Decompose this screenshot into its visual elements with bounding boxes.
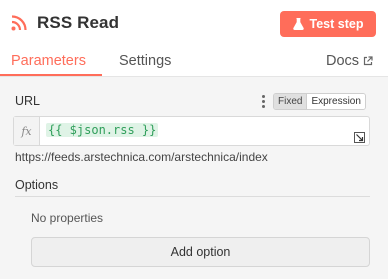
- expression-result: https://feeds.arstechnica.com/arstechnic…: [15, 150, 268, 164]
- rss-icon: [11, 15, 27, 31]
- external-link-icon: [363, 56, 373, 66]
- test-step-label: Test step: [309, 17, 364, 31]
- fx-icon: fx: [14, 117, 40, 145]
- test-step-button[interactable]: Test step: [280, 11, 376, 37]
- mode-fixed-option[interactable]: Fixed: [274, 94, 308, 109]
- add-option-button[interactable]: Add option: [31, 237, 370, 267]
- url-expression-input[interactable]: fx {{ $json.rss }}: [13, 116, 370, 146]
- tab-settings[interactable]: Settings: [119, 53, 171, 69]
- node-title: RSS Read: [37, 13, 120, 32]
- expand-icon[interactable]: [354, 132, 365, 143]
- node-header: RSS Read Test step: [0, 0, 388, 46]
- active-tab-indicator: [0, 74, 102, 76]
- url-label: URL: [15, 94, 41, 108]
- options-divider: [15, 196, 370, 197]
- tab-bar: Parameters Settings Docs: [0, 46, 388, 77]
- fixed-expression-toggle: Fixed Expression: [273, 93, 366, 110]
- expression-text[interactable]: {{ $json.rss }}: [46, 123, 159, 137]
- mode-expression-option[interactable]: Expression: [307, 94, 365, 109]
- options-label: Options: [15, 178, 59, 192]
- no-properties-text: No properties: [31, 211, 104, 225]
- tab-docs[interactable]: Docs: [326, 53, 373, 69]
- flask-icon: [292, 18, 304, 30]
- parameters-panel: URL Fixed Expression fx {{ $json.rss }} …: [0, 77, 388, 279]
- tab-parameters[interactable]: Parameters: [11, 53, 86, 69]
- kebab-icon[interactable]: [261, 95, 265, 108]
- docs-label: Docs: [326, 53, 360, 69]
